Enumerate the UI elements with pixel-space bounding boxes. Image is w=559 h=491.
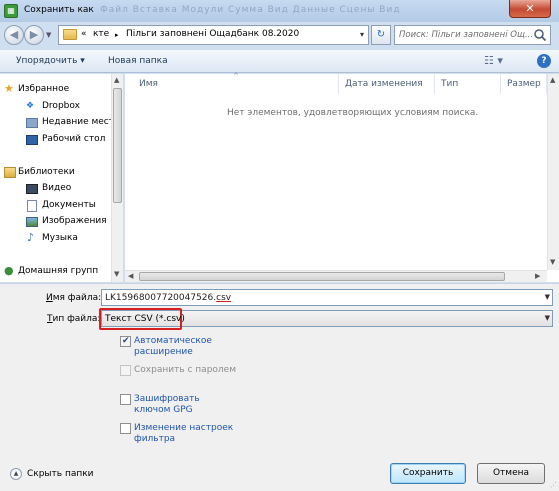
command-bar: Упорядочить ▾ Новая папка ☷ ▾ ? [0,50,559,73]
scroll-up-arrow-icon[interactable]: ▲ [550,76,555,84]
resize-grip-icon[interactable]: ⋰ [550,481,557,489]
column-header-type[interactable]: Тип [435,74,501,94]
images-icon [26,217,38,227]
breadcrumb-current[interactable]: Пільги заповнені Ощадбанк 08.2020 [126,29,299,39]
sort-arrow-icon: ^ [233,72,239,80]
filename-base: LK15968007720047526. [105,293,217,303]
desktop-icon [26,135,38,145]
filetype-select[interactable]: Текст CSV (*.csv) ▼ [99,308,553,330]
nav-label: Избранное [18,84,70,94]
breadcrumb-parent[interactable]: ктe [93,29,109,39]
filename-input[interactable]: LK15968007720047526.csv ▼ [101,289,553,306]
column-header-date[interactable]: Дата изменения [339,74,435,94]
address-bar[interactable]: « ктe ▸ Пільги заповнені Ощадбанк 08.202… [58,25,369,45]
column-header-size[interactable]: Размер [501,74,547,94]
save-options-panel: Имя файла: LK15968007720047526.csv ▼ Тип… [0,283,559,491]
empty-results-message: Нет элементов, удовлетворяющих условиям … [227,108,479,118]
search-icon[interactable] [533,28,547,42]
password-checkbox [120,365,131,376]
file-list-vertical-scrollbar[interactable]: ▲ ▼ [547,74,559,270]
nav-item-favorites[interactable]: ★ Избранное [0,82,123,98]
auto-extension-checkbox[interactable] [120,336,131,347]
filename-extension: csv [216,293,232,303]
star-icon: ★ [4,82,14,95]
nav-item-documents[interactable]: Документы [0,198,123,214]
organize-button[interactable]: Упорядочить ▾ [16,56,85,66]
scroll-right-arrow-icon[interactable]: ▶ [535,272,540,280]
view-options-icon[interactable]: ☷ ▾ [484,54,503,67]
address-row: ◀ ▶ ▼ « ктe ▸ Пільги заповнені Ощадбанк … [0,22,559,48]
filter-settings-checkbox[interactable] [120,423,131,434]
close-button[interactable]: ✕ [509,0,551,18]
nav-label: Музыка [42,233,78,243]
hide-folders-label: Скрыть папки [27,469,94,479]
nav-label: Dropbox [42,101,80,111]
window-title: Сохранить как [24,5,94,15]
nav-label: Изображения [42,216,107,226]
nav-scrollbar[interactable]: ▲ ▼ [111,74,123,282]
back-arrow-icon[interactable]: ◀ [4,25,24,45]
video-icon [26,184,38,194]
nav-item-images[interactable]: Изображения [0,214,123,230]
music-icon: ♪ [27,231,35,244]
nav-item-homegroup[interactable]: ● Домашняя групп [0,264,123,280]
recent-places-icon [26,118,38,128]
column-label: Имя [139,79,158,89]
documents-icon [27,200,37,212]
file-list[interactable]: Имя ^ Дата изменения Тип Размер Нет элем… [125,72,559,282]
column-header-name[interactable]: Имя ^ [125,72,339,94]
nav-item-recent[interactable]: Недавние места [0,115,123,131]
nav-label: Библиотеки [18,167,75,177]
nav-label: Недавние места [42,117,120,127]
collapse-arrow-icon: ▲ [10,468,22,480]
filename-dropdown-icon[interactable]: ▼ [545,293,550,301]
background-menu-ghost: Файл Вставка Модули Сумма Вид Данные Сце… [100,5,401,15]
homegroup-icon: ● [4,264,14,277]
horizontal-scroll-thumb[interactable] [139,272,505,281]
save-button-label: Сохранить [402,468,454,478]
navigation-pane: ★ Избранное ❖ Dropbox Недавние места Раб… [0,74,124,282]
gpg-label[interactable]: Зашифровать ключом GPG [134,394,214,416]
filetype-value: Текст CSV (*.csv) [105,314,185,324]
file-list-horizontal-scrollbar[interactable]: ◀ ▶ [125,270,547,282]
help-icon[interactable]: ? [537,54,551,68]
nav-label: Видео [42,183,72,193]
nav-item-video[interactable]: Видео [0,181,123,197]
breadcrumb-overflow[interactable]: « [81,29,87,39]
nav-label: Рабочий стол [42,134,106,144]
nav-label: Документы [42,200,96,210]
folder-icon [63,29,77,40]
nav-label: Домашняя групп [18,266,99,276]
nav-item-dropbox[interactable]: ❖ Dropbox [0,99,123,115]
nav-item-music[interactable]: ♪ Музыка [0,231,123,247]
cancel-button[interactable]: Отмена [477,463,545,484]
filetype-dropdown-icon[interactable]: ▼ [545,314,550,322]
scroll-up-arrow-icon[interactable]: ▲ [114,76,119,84]
save-button[interactable]: Сохранить [390,463,466,484]
app-icon: ▦ [4,4,18,18]
recent-locations-dropdown-icon[interactable]: ▼ [46,31,51,39]
address-dropdown-icon[interactable]: ▾ [360,30,364,39]
scroll-down-arrow-icon[interactable]: ▼ [114,270,119,278]
auto-extension-label[interactable]: Автоматическое расширение [134,336,244,358]
scroll-down-arrow-icon[interactable]: ▼ [550,258,555,266]
breadcrumb-separator-icon[interactable]: ▸ [115,31,119,39]
password-label: Сохранить с паролем [134,365,236,375]
dropbox-icon: ❖ [26,101,35,111]
forward-arrow-icon[interactable]: ▶ [24,25,44,45]
new-folder-button[interactable]: Новая папка [108,56,168,66]
nav-item-desktop[interactable]: Рабочий стол [0,132,123,148]
filetype-label: Тип файла: [47,314,101,324]
libraries-icon [4,167,16,178]
search-placeholder: Поиск: Пільги заповнені Ощ... [399,30,533,40]
refresh-icon[interactable]: ↻ [371,25,391,45]
search-input[interactable]: Поиск: Пільги заповнені Ощ... [394,25,551,45]
title-bar: ▦ Сохранить как Файл Вставка Модули Сумм… [0,0,559,22]
scroll-left-arrow-icon[interactable]: ◀ [128,272,133,280]
filter-settings-label[interactable]: Изменение настроек фильтра [134,423,254,445]
filename-label: Имя файла: [46,293,102,303]
nav-item-libraries[interactable]: Библиотеки [0,165,123,181]
nav-scroll-thumb[interactable] [113,88,122,203]
gpg-checkbox[interactable] [120,394,131,405]
